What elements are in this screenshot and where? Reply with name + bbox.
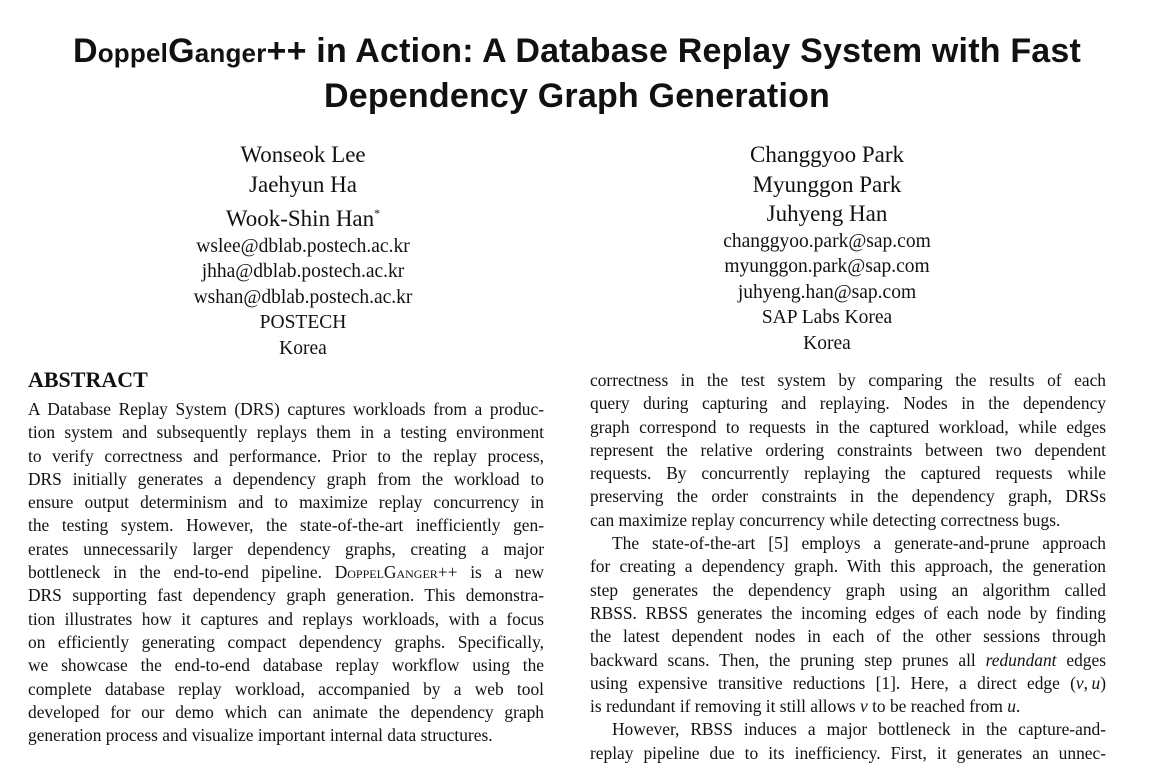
author-block-sap: Changgyoo Park Myunggon Park Juhyeng Han… xyxy=(664,140,990,356)
author-email: myunggon.park@sap.com xyxy=(724,256,930,277)
author-email: juhyeng.han@sap.com xyxy=(737,281,917,303)
corresponding-author-mark: * xyxy=(374,206,381,220)
system-name-inline: DoppelGanger++ xyxy=(334,562,458,583)
text-line: the testing system. However, the state-o… xyxy=(28,515,544,536)
text-line: to verify correctness and performance. P… xyxy=(28,445,544,466)
text-line: replay pipeline due to its inefficiency.… xyxy=(590,742,1106,763)
text-line: can maximize replay concurrency while de… xyxy=(590,509,1061,530)
author-affiliation: SAP Labs Korea xyxy=(761,307,893,328)
paragraph: However, RBSS induces a major bottleneck… xyxy=(590,718,1106,765)
text-line: tion system and subsequently replays the… xyxy=(28,422,544,443)
text-line: complete database replay workload, accom… xyxy=(28,678,544,699)
author-name: Wook-Shin Han* xyxy=(225,206,381,231)
text-line: is redundant if removing it still allows… xyxy=(590,696,1021,717)
body-column-right: correctness in the test system by compar… xyxy=(590,369,1106,765)
text-line: graph correspond to requests in the capt… xyxy=(590,416,1106,437)
author-name: Myunggon Park xyxy=(752,171,902,197)
text-line: A Database Replay System (DRS) captures … xyxy=(28,399,544,419)
author-country: Korea xyxy=(279,337,327,359)
author-affiliation: POSTECH xyxy=(259,312,347,333)
text-line: generation process and visualize importa… xyxy=(28,725,493,746)
author-block-postech: Wonseok Lee Jaehyun Ha Wook-Shin Han* ws… xyxy=(140,140,466,361)
author-email: wslee@dblab.postech.ac.kr xyxy=(196,235,410,257)
author-name: Wonseok Lee xyxy=(240,142,366,167)
text-line: requests. By concurrently replaying the … xyxy=(590,463,1106,484)
text-line: query during capturing and replaying. No… xyxy=(590,393,1106,414)
text-line: tion illustrates how it captures and rep… xyxy=(28,608,544,629)
text-line: developed for our demo which can animate… xyxy=(28,701,544,722)
paragraph: The state-of-the-art [5] employs a gener… xyxy=(590,532,1106,718)
author-email: wshan@dblab.postech.ac.kr xyxy=(193,286,413,308)
text-line: backward scans. Then, the pruning step p… xyxy=(590,649,1106,670)
text-line: represent the relative ordering constrai… xyxy=(590,439,1106,460)
author-email: changgyoo.park@sap.com xyxy=(723,230,931,252)
text-line: bottleneck in the end-to-end pipeline. D… xyxy=(28,562,544,583)
author-name: Juhyeng Han xyxy=(766,201,888,226)
text-line: we showcase the end-to-end database repl… xyxy=(28,655,544,676)
text-line: step generates the dependency graph usin… xyxy=(590,579,1106,600)
text-line: for creating a dependency graph. With th… xyxy=(590,556,1106,577)
abstract-body: A Database Replay System (DRS) captures … xyxy=(28,398,544,747)
text-line: correctness in the test system by compar… xyxy=(590,370,1106,390)
text-line: DRS supporting fast dependency graph gen… xyxy=(28,585,544,606)
system-name: DoppelGanger++ xyxy=(72,32,307,70)
text-line: ensure output determinism and to maximiz… xyxy=(28,492,544,513)
abstract-heading: ABSTRACT xyxy=(28,367,148,392)
paper-title: DoppelGanger++ in Action: A Database Rep… xyxy=(0,30,1154,118)
text-line: using expensive transitive reductions [1… xyxy=(590,672,1106,693)
text-line: on efficiently generating compact depend… xyxy=(28,631,544,652)
text-line: The state-of-the-art [5] employs a gener… xyxy=(612,533,1106,554)
text-line: RBSS. RBSS generates the incoming edges … xyxy=(590,602,1106,623)
author-name: Changgyoo Park xyxy=(750,142,904,167)
text-line: erates unnecessarily larger dependency g… xyxy=(28,538,544,559)
author-country: Korea xyxy=(803,332,851,354)
paragraph: correctness in the test system by compar… xyxy=(590,369,1106,532)
author-name: Jaehyun Ha xyxy=(249,171,357,197)
text-line: However, RBSS induces a major bottleneck… xyxy=(612,719,1106,740)
text-line: the latest dependent nodes in each of th… xyxy=(590,626,1106,647)
title-line-2: Dependency Graph Generation xyxy=(323,77,831,115)
text-line: preserving the order constraints in the … xyxy=(590,486,1106,507)
title-line-1: DoppelGanger++ in Action: A Database Rep… xyxy=(72,32,1082,70)
text-line: DRS initially generates a dependency gra… xyxy=(28,468,544,489)
author-email: jhha@dblab.postech.ac.kr xyxy=(201,261,405,282)
